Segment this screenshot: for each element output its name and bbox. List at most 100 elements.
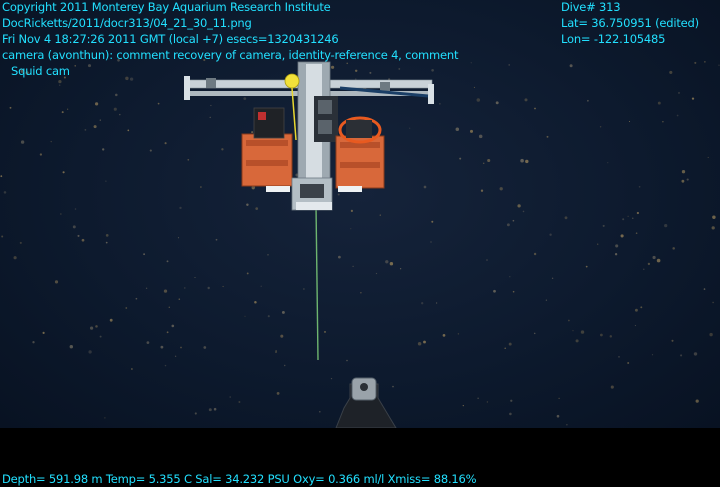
deep-sea-scene [0, 0, 720, 428]
marine-snow-particle [636, 211, 640, 215]
marine-snow-particle [330, 65, 335, 69]
marine-snow-particle [102, 148, 105, 151]
video-frame: Copyright 2011 Monterey Bay Aquarium Res… [0, 0, 720, 486]
marine-snow-particle [187, 158, 190, 161]
marine-snow-particle [509, 412, 512, 416]
marine-snow-particle [3, 191, 7, 194]
marine-snow-particle [194, 277, 196, 278]
marine-snow-particle [509, 276, 511, 278]
marine-snow-particle [703, 288, 706, 290]
marine-snow-particle [115, 93, 118, 97]
marine-snow-particle [375, 272, 378, 275]
marine-snow-particle [145, 287, 148, 289]
marine-snow-particle [338, 255, 341, 259]
marine-snow-particle [512, 290, 515, 293]
marine-snow-particle [651, 354, 654, 356]
marine-snow-particle [319, 410, 321, 413]
marine-snow-particle [718, 64, 720, 66]
marine-snow-particle [81, 238, 85, 242]
marine-snow-particle [135, 297, 138, 300]
marine-snow-particle [455, 127, 460, 132]
marine-snow-particle [524, 98, 528, 102]
marine-snow-particle [32, 341, 35, 344]
marine-snow-particle [95, 325, 98, 328]
left-crate-foot [266, 186, 290, 192]
marine-snow-particle [392, 385, 394, 388]
marine-snow-particle [208, 408, 212, 412]
marine-snow-particle [568, 319, 570, 322]
marine-snow-particle [676, 114, 679, 117]
marine-snow-particle [203, 346, 207, 349]
marine-snow-particle [324, 330, 326, 333]
marine-snow-particle [267, 315, 270, 318]
marine-snow-particle [693, 352, 698, 356]
marine-snow-particle [495, 101, 499, 105]
marine-snow-particle [482, 162, 485, 165]
marine-snow-particle [469, 129, 474, 133]
marine-snow-particle [360, 292, 362, 294]
marine-snow-particle [74, 208, 77, 210]
marine-snow-particle [127, 129, 130, 132]
marine-snow-particle [275, 351, 277, 354]
marine-snow-particle [194, 412, 197, 415]
marine-snow-particle [276, 392, 280, 395]
marine-snow-particle [13, 256, 17, 260]
rig-crossbar-endcap-right [428, 84, 434, 104]
marine-snow-particle [477, 397, 479, 399]
marine-snow-particle [178, 298, 181, 300]
marine-snow-particle [517, 204, 521, 208]
camera-label: Squid cam [11, 64, 70, 78]
marine-snow-particles [0, 58, 720, 426]
marine-snow-particle [627, 215, 629, 217]
marine-snow-particle [602, 224, 605, 227]
marine-snow-particle [213, 407, 217, 411]
marine-snow-particle [585, 265, 588, 268]
marine-snow-particle [398, 67, 401, 70]
marine-snow-particle [131, 368, 133, 370]
marine-snow-particle [470, 62, 472, 64]
marine-snow-particle [707, 156, 709, 158]
marine-snow-particle [575, 339, 579, 343]
marine-snow-particle [643, 268, 645, 270]
marine-snow-particle [421, 302, 424, 305]
marine-snow-particle [614, 253, 618, 256]
marine-snow-particle [487, 158, 491, 163]
marine-snow-particle [678, 91, 680, 94]
marine-snow-particle [54, 280, 59, 284]
marine-snow-particle [251, 131, 254, 134]
marine-snow-particle [113, 107, 117, 111]
marine-snow-particle [164, 364, 167, 367]
marine-snow-particle [618, 356, 620, 358]
marine-snow-particle [600, 333, 603, 337]
marine-snow-particle [385, 260, 389, 264]
marine-snow-particle [95, 102, 99, 106]
marine-snow-particle [0, 175, 3, 178]
marine-snow-particle [459, 157, 462, 160]
marine-snow-particle [210, 104, 212, 107]
marine-snow-particle [209, 116, 211, 119]
marine-snow-particle [177, 237, 180, 239]
marine-snow-particle [510, 399, 513, 402]
marine-snow-particle [566, 424, 568, 426]
marine-snow-particle [61, 111, 64, 114]
rig-bottom-plate [296, 202, 332, 210]
marine-snow-particle [615, 244, 619, 248]
marine-snow-particle [704, 61, 706, 63]
marine-snow-particle [610, 385, 614, 389]
datetime-text: Fri Nov 4 18:27:26 2011 GMT (local +7) e… [2, 32, 339, 46]
marine-snow-particle [694, 61, 697, 64]
marine-snow-particle [171, 324, 175, 328]
marine-snow-particle [657, 101, 661, 105]
marine-snow-particle [84, 128, 87, 131]
marine-snow-particle [423, 340, 426, 344]
marine-snow-particle [20, 140, 25, 144]
marine-snow-particle [255, 207, 259, 210]
marine-snow-particle [572, 330, 574, 332]
marine-snow-particle [533, 252, 537, 256]
rig-clamp-left [206, 78, 216, 88]
marine-snow-particle [58, 79, 62, 84]
latitude-readout: Lat= 36.750951 (edited) [561, 16, 699, 30]
filename-text: DocRicketts/2011/docr313/04_21_30_11.png [2, 16, 252, 30]
marine-snow-particle [1, 235, 4, 238]
copyright-text: Copyright 2011 Monterey Bay Aquarium Res… [2, 0, 331, 14]
